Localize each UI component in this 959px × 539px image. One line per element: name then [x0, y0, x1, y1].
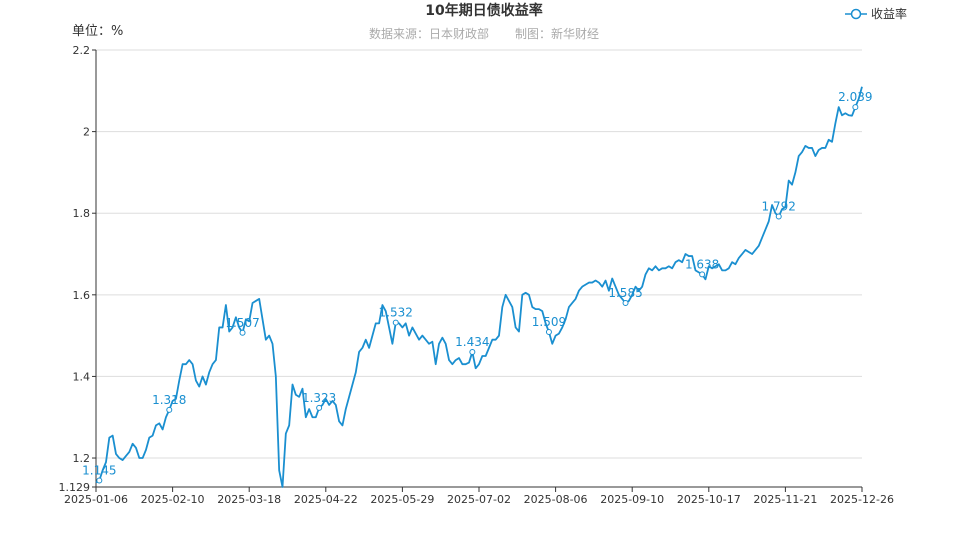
data-label: 1.509	[532, 315, 566, 329]
data-label: 1.145	[82, 463, 116, 477]
x-tick-label: 2025-05-29	[370, 493, 434, 506]
data-label: 1.434	[455, 335, 489, 349]
chart-title: 10年期日债收益率	[425, 2, 542, 19]
legend[interactable]: 收益率	[845, 6, 907, 21]
data-point-marker	[852, 104, 859, 111]
data-label: 1.638	[685, 257, 719, 271]
y-tick-label: 1.4	[73, 370, 91, 383]
data-point-marker	[96, 477, 103, 484]
data-point-marker	[545, 328, 552, 335]
data-point-marker	[166, 406, 173, 413]
data-point-marker	[622, 299, 629, 306]
y-tick-label: 1.8	[73, 207, 91, 220]
x-tick-label: 2025-07-02	[447, 493, 511, 506]
y-axis: 1.1291.21.41.61.822.2	[59, 44, 97, 494]
data-point-marker	[775, 213, 782, 220]
series-line	[95, 86, 863, 488]
chart-source: 数据来源：日本财政部	[369, 26, 489, 41]
data-label: 1.792	[762, 199, 796, 213]
data-label: 1.585	[608, 286, 642, 300]
x-tick-label: 2025-11-21	[753, 493, 817, 506]
data-label: 1.323	[302, 391, 336, 405]
unit-label: 单位：%	[72, 24, 123, 39]
y-tick-label: 2.2	[73, 44, 91, 57]
x-tick-label: 2025-03-18	[217, 493, 281, 506]
data-label: 1.318	[152, 393, 186, 407]
x-axis: 2025-01-06 2025-02-10 2025-03-18 2025-04-22…	[64, 486, 894, 506]
data-label: 1.507	[225, 316, 259, 330]
y-tick-label: 1.6	[73, 289, 91, 302]
x-tick-label: 2025-08-06	[524, 493, 588, 506]
data-point-marker	[316, 404, 323, 411]
data-labels: 1.145 1.318 1.507 1.323 1.532 1.434 1.509 1.585…	[82, 90, 873, 484]
data-point-marker	[392, 319, 399, 326]
chart: 10年期日债收益率 数据来源：日本财政部 制图：新华财经 单位：% 收益率 1.…	[59, 2, 908, 506]
x-tick-label: 2025-02-10	[141, 493, 205, 506]
data-label: 2.039	[838, 90, 872, 104]
x-tick-label: 2025-01-06	[64, 493, 128, 506]
x-tick-label: 2025-04-22	[294, 493, 358, 506]
data-point-marker	[469, 348, 476, 355]
grid-lines	[96, 49, 862, 459]
data-label: 1.532	[379, 306, 413, 320]
series-layer	[95, 86, 863, 488]
legend-circle-icon	[850, 8, 862, 20]
legend-label: 收益率	[871, 6, 907, 21]
x-tick-label: 2025-10-17	[677, 493, 741, 506]
chart-maker: 制图：新华财经	[515, 26, 599, 41]
y-tick-label: 2	[83, 126, 90, 139]
x-tick-label: 2025-12-26	[830, 493, 894, 506]
x-tick-label: 2025-09-10	[600, 493, 664, 506]
data-point-marker	[699, 271, 706, 278]
data-point-marker	[239, 329, 246, 336]
